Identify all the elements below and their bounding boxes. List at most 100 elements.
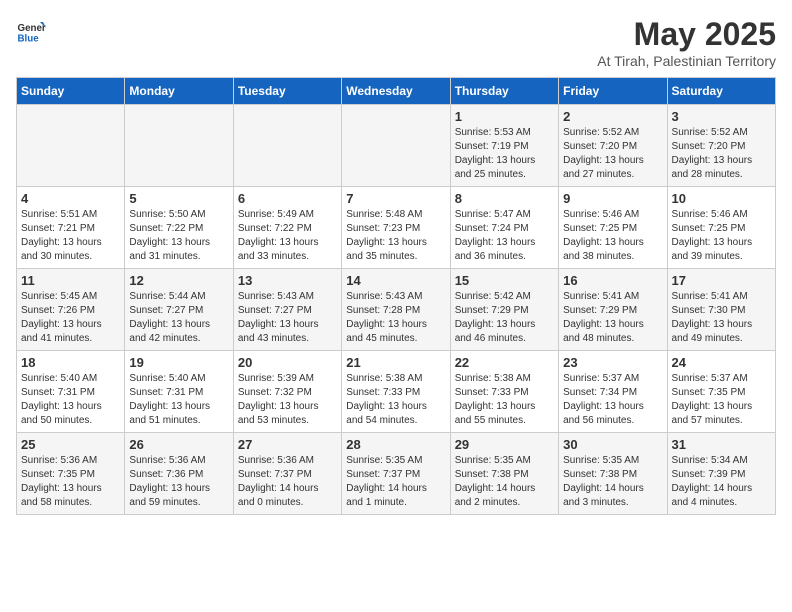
day-cell: 2 Sunrise: 5:52 AM Sunset: 7:20 PM Daylig… (559, 105, 667, 187)
page-header: General Blue May 2025 At Tirah, Palestin… (16, 16, 776, 69)
day-cell: 13 Sunrise: 5:43 AM Sunset: 7:27 PM Dayli… (233, 269, 341, 351)
day-info: Sunrise: 5:35 AM Sunset: 7:38 PM Dayligh… (455, 454, 554, 510)
day-cell: 17 Sunrise: 5:41 AM Sunset: 7:30 PM Dayli… (667, 269, 775, 351)
day-cell: 5Sunrise: 5:50 AM Sunset: 7:22 PM Daylig… (125, 187, 233, 269)
week-row-2: 4 Sunrise: 5:51 AM Sunset: 7:21 PM Daylig… (17, 187, 776, 269)
logo-icon: General Blue (16, 16, 46, 46)
day-cell: 6Sunrise: 5:49 AM Sunset: 7:22 PM Daylig… (233, 187, 341, 269)
day-number: 29 (455, 437, 554, 452)
day-info: Sunrise: 5:39 AM Sunset: 7:32 PM Dayligh… (238, 372, 337, 428)
day-number: 28 (346, 437, 445, 452)
day-info: Sunrise: 5:37 AM Sunset: 7:34 PM Dayligh… (563, 372, 662, 428)
day-info: Sunrise: 5:34 AM Sunset: 7:39 PM Dayligh… (672, 454, 771, 510)
day-info: Sunrise: 5:53 AM Sunset: 7:19 PM Dayligh… (455, 126, 554, 182)
day-number: 13 (238, 273, 337, 288)
day-cell (125, 105, 233, 187)
day-info: Sunrise: 5:48 AM Sunset: 7:23 PM Dayligh… (346, 208, 445, 264)
col-header-tuesday: Tuesday (233, 78, 341, 105)
day-number: 19 (129, 355, 228, 370)
day-info: Sunrise: 5:35 AM Sunset: 7:38 PM Dayligh… (563, 454, 662, 510)
main-title: May 2025 (597, 16, 776, 53)
day-info: Sunrise: 5:44 AM Sunset: 7:27 PM Dayligh… (129, 290, 228, 346)
day-cell: 27Sunrise: 5:36 AM Sunset: 7:37 PM Dayli… (233, 433, 341, 515)
day-info: Sunrise: 5:46 AM Sunset: 7:25 PM Dayligh… (563, 208, 662, 264)
day-info: Sunrise: 5:36 AM Sunset: 7:35 PM Dayligh… (21, 454, 120, 510)
day-number: 2 (563, 109, 662, 124)
day-cell: 31 Sunrise: 5:34 AM Sunset: 7:39 PM Dayli… (667, 433, 775, 515)
day-number: 15 (455, 273, 554, 288)
day-number: 20 (238, 355, 337, 370)
day-number: 24 (672, 355, 771, 370)
day-number: 25 (21, 437, 120, 452)
week-row-3: 11 Sunrise: 5:45 AM Sunset: 7:26 PM Dayli… (17, 269, 776, 351)
day-number: 10 (672, 191, 771, 206)
day-number: 16 (563, 273, 662, 288)
day-number: 8 (455, 191, 554, 206)
day-number: 3 (672, 109, 771, 124)
day-cell: 14Sunrise: 5:43 AM Sunset: 7:28 PM Dayli… (342, 269, 450, 351)
col-header-wednesday: Wednesday (342, 78, 450, 105)
day-cell: 26Sunrise: 5:36 AM Sunset: 7:36 PM Dayli… (125, 433, 233, 515)
title-section: May 2025 At Tirah, Palestinian Territory (597, 16, 776, 69)
day-number: 21 (346, 355, 445, 370)
day-number: 4 (21, 191, 120, 206)
day-cell: 24Sunrise: 5:37 AM Sunset: 7:35 PM Dayli… (667, 351, 775, 433)
day-info: Sunrise: 5:43 AM Sunset: 7:27 PM Dayligh… (238, 290, 337, 346)
day-number: 17 (672, 273, 771, 288)
day-info: Sunrise: 5:40 AM Sunset: 7:31 PM Dayligh… (129, 372, 228, 428)
day-info: Sunrise: 5:46 AM Sunset: 7:25 PM Dayligh… (672, 208, 771, 264)
day-number: 22 (455, 355, 554, 370)
subtitle: At Tirah, Palestinian Territory (597, 53, 776, 69)
day-cell: 30 Sunrise: 5:35 AM Sunset: 7:38 PM Dayli… (559, 433, 667, 515)
day-cell (17, 105, 125, 187)
day-cell: 29 Sunrise: 5:35 AM Sunset: 7:38 PM Dayli… (450, 433, 558, 515)
day-number: 6 (238, 191, 337, 206)
day-cell: 22Sunrise: 5:38 AM Sunset: 7:33 PM Dayli… (450, 351, 558, 433)
day-cell: 23 Sunrise: 5:37 AM Sunset: 7:34 PM Dayli… (559, 351, 667, 433)
day-cell (233, 105, 341, 187)
day-cell: 16 Sunrise: 5:41 AM Sunset: 7:29 PM Dayli… (559, 269, 667, 351)
day-info: Sunrise: 5:42 AM Sunset: 7:29 PM Dayligh… (455, 290, 554, 346)
header-row: SundayMondayTuesdayWednesdayThursdayFrid… (17, 78, 776, 105)
day-number: 9 (563, 191, 662, 206)
day-number: 18 (21, 355, 120, 370)
day-number: 30 (563, 437, 662, 452)
day-cell: 3Sunrise: 5:52 AM Sunset: 7:20 PM Daylig… (667, 105, 775, 187)
day-info: Sunrise: 5:40 AM Sunset: 7:31 PM Dayligh… (21, 372, 120, 428)
week-row-4: 18 Sunrise: 5:40 AM Sunset: 7:31 PM Dayli… (17, 351, 776, 433)
col-header-monday: Monday (125, 78, 233, 105)
day-cell: 25 Sunrise: 5:36 AM Sunset: 7:35 PM Dayli… (17, 433, 125, 515)
day-info: Sunrise: 5:38 AM Sunset: 7:33 PM Dayligh… (346, 372, 445, 428)
col-header-thursday: Thursday (450, 78, 558, 105)
day-cell: 15 Sunrise: 5:42 AM Sunset: 7:29 PM Dayli… (450, 269, 558, 351)
col-header-friday: Friday (559, 78, 667, 105)
day-cell: 8Sunrise: 5:47 AM Sunset: 7:24 PM Daylig… (450, 187, 558, 269)
day-cell: 7 Sunrise: 5:48 AM Sunset: 7:23 PM Daylig… (342, 187, 450, 269)
day-number: 12 (129, 273, 228, 288)
svg-text:General: General (18, 23, 47, 34)
day-cell: 10 Sunrise: 5:46 AM Sunset: 7:25 PM Dayli… (667, 187, 775, 269)
day-info: Sunrise: 5:41 AM Sunset: 7:29 PM Dayligh… (563, 290, 662, 346)
svg-text:Blue: Blue (18, 34, 40, 45)
col-header-saturday: Saturday (667, 78, 775, 105)
day-number: 11 (21, 273, 120, 288)
day-info: Sunrise: 5:43 AM Sunset: 7:28 PM Dayligh… (346, 290, 445, 346)
day-cell: 19 Sunrise: 5:40 AM Sunset: 7:31 PM Dayli… (125, 351, 233, 433)
day-number: 23 (563, 355, 662, 370)
day-number: 26 (129, 437, 228, 452)
week-row-5: 25 Sunrise: 5:36 AM Sunset: 7:35 PM Dayli… (17, 433, 776, 515)
day-cell (342, 105, 450, 187)
day-info: Sunrise: 5:41 AM Sunset: 7:30 PM Dayligh… (672, 290, 771, 346)
day-info: Sunrise: 5:52 AM Sunset: 7:20 PM Dayligh… (563, 126, 662, 182)
day-number: 7 (346, 191, 445, 206)
day-info: Sunrise: 5:45 AM Sunset: 7:26 PM Dayligh… (21, 290, 120, 346)
day-number: 31 (672, 437, 771, 452)
day-cell: 4 Sunrise: 5:51 AM Sunset: 7:21 PM Daylig… (17, 187, 125, 269)
logo: General Blue (16, 16, 46, 46)
day-cell: 28Sunrise: 5:35 AM Sunset: 7:37 PM Dayli… (342, 433, 450, 515)
day-number: 5 (129, 191, 228, 206)
day-number: 27 (238, 437, 337, 452)
day-cell: 20 Sunrise: 5:39 AM Sunset: 7:32 PM Dayli… (233, 351, 341, 433)
day-cell: 11 Sunrise: 5:45 AM Sunset: 7:26 PM Dayli… (17, 269, 125, 351)
day-info: Sunrise: 5:51 AM Sunset: 7:21 PM Dayligh… (21, 208, 120, 264)
